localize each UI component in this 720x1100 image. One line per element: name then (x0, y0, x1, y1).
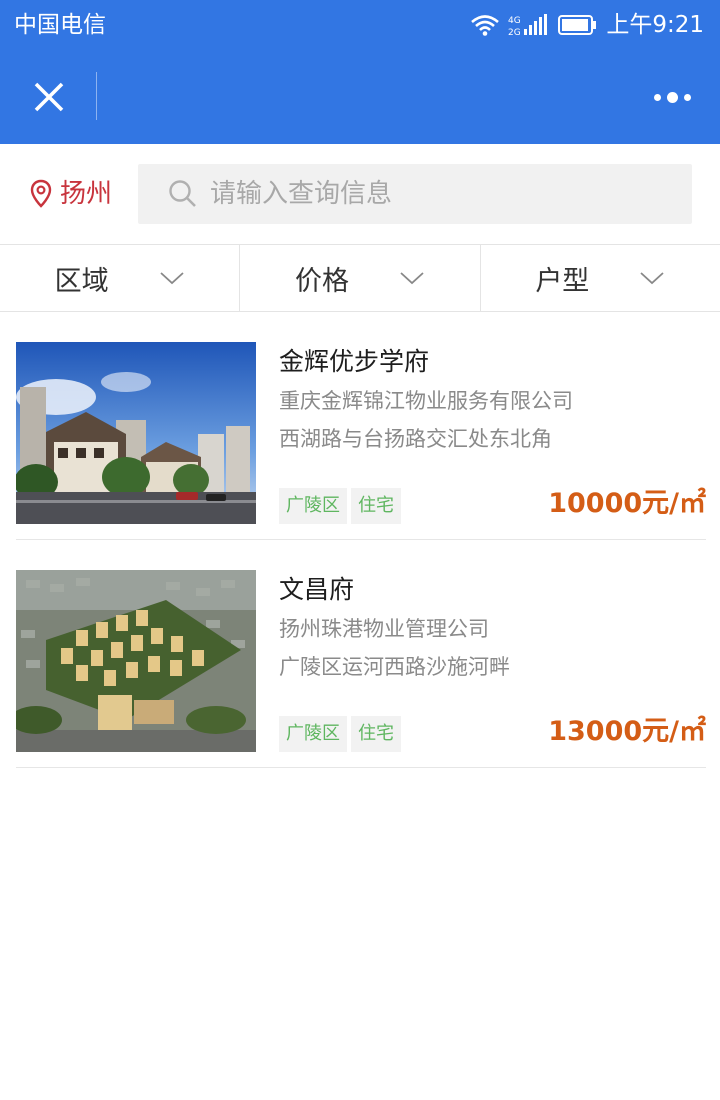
listing-list: 金辉优步学府 重庆金辉锦江物业服务有限公司 西湖路与台扬路交汇处东北角 广陵区 … (16, 312, 706, 768)
nav-bar (0, 50, 720, 144)
status-indicators: 4G 2G 上午9:21 (470, 8, 704, 42)
city-selector[interactable]: 扬州 (30, 174, 112, 214)
tag-type: 住宅 (351, 716, 401, 752)
listing-tags: 广陵区 住宅 (279, 488, 401, 524)
app-header: 中国电信 4G 2G 上午9:21 (0, 0, 720, 144)
listing-company: 扬州珠港物业管理公司 (279, 617, 489, 641)
list-item[interactable]: 金辉优步学府 重庆金辉锦江物业服务有限公司 西湖路与台扬路交汇处东北角 广陵区 … (16, 312, 706, 540)
listing-info: 文昌府 扬州珠港物业管理公司 广陵区运河西路沙施河畔 广陵区 住宅 13000元… (279, 570, 706, 752)
nav-divider (96, 72, 97, 120)
svg-text:4G: 4G (508, 16, 521, 26)
filter-bar: 区域 价格 户型 (0, 244, 720, 312)
list-item[interactable]: 文昌府 扬州珠港物业管理公司 广陵区运河西路沙施河畔 广陵区 住宅 13000元… (16, 540, 706, 768)
city-name: 扬州 (60, 179, 113, 209)
listing-tags: 广陵区 住宅 (279, 716, 401, 752)
more-dot-right (683, 93, 691, 101)
search-input[interactable] (210, 179, 690, 209)
filter-area[interactable]: 区域 (0, 245, 241, 311)
tag-type: 住宅 (351, 488, 401, 524)
location-pin-icon (30, 179, 52, 208)
search-box[interactable] (138, 164, 692, 224)
filter-layout-label: 户型 (535, 265, 590, 297)
listing-photo (16, 342, 256, 524)
listing-info: 金辉优步学府 重庆金辉锦江物业服务有限公司 西湖路与台扬路交汇处东北角 广陵区 … (279, 342, 706, 524)
svg-text:2G: 2G (508, 28, 521, 37)
clock: 上午9:21 (606, 12, 704, 38)
listing-address: 广陵区运河西路沙施河畔 (279, 655, 510, 679)
search-icon (169, 180, 196, 207)
chevron-down-icon (400, 272, 424, 285)
more-button[interactable] (644, 74, 700, 120)
chevron-down-icon (160, 272, 184, 285)
more-dot-center (666, 91, 678, 103)
more-dots-icon (653, 93, 661, 101)
filter-area-label: 区域 (54, 265, 109, 297)
listing-name: 文昌府 (279, 575, 355, 604)
status-bar: 中国电信 4G 2G 上午9:21 (0, 0, 720, 50)
listing-address: 西湖路与台扬路交汇处东北角 (279, 427, 552, 451)
tag-district: 广陵区 (279, 488, 347, 524)
chevron-down-icon (640, 272, 664, 285)
listing-price: 13000元/㎡ (548, 716, 706, 747)
close-button[interactable] (22, 68, 76, 126)
wifi-icon (471, 15, 500, 36)
listing-company: 重庆金辉锦江物业服务有限公司 (279, 389, 573, 413)
close-icon (34, 82, 64, 112)
battery-icon (558, 15, 597, 35)
signal-icon: 4G 2G (508, 14, 548, 37)
filter-price[interactable]: 价格 (240, 245, 481, 311)
listing-photo (16, 570, 256, 752)
filter-layout[interactable]: 户型 (481, 245, 720, 311)
filter-price-label: 价格 (294, 265, 349, 297)
listing-price: 10000元/㎡ (548, 488, 706, 519)
carrier-name: 中国电信 (14, 12, 106, 38)
search-row: 扬州 (0, 144, 720, 244)
tag-district: 广陵区 (279, 716, 347, 752)
listing-name: 金辉优步学府 (279, 347, 430, 376)
